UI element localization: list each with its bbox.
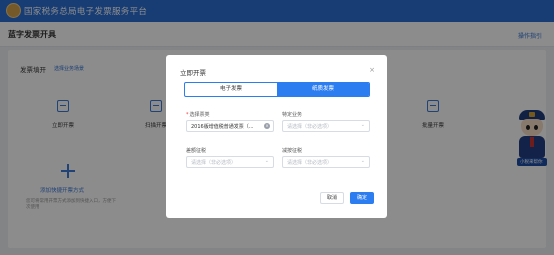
reduced-tax-placeholder: 请选择（非必选项） [191, 160, 237, 166]
chevron-down-icon: ⌄ [264, 158, 269, 164]
tab-paper-invoice[interactable]: 纸质发票 [277, 83, 369, 96]
invoice-type-label: *选择票类 [186, 112, 210, 118]
special-business-select[interactable]: 请选择（非必选项） ⌄ [282, 120, 370, 132]
reduced-tax-label: 差额征税 [186, 148, 207, 154]
close-icon[interactable]: × [369, 66, 375, 74]
chevron-down-icon: ⌄ [360, 158, 365, 164]
invoice-type-select[interactable]: 2016版增值税普通发票（... × [186, 120, 274, 132]
dialog-title: 立即开票 [180, 69, 206, 77]
tab-electronic-invoice[interactable]: 电子发票 [185, 83, 277, 96]
invoice-type-value: 2016版增值税普通发票（... [191, 124, 254, 130]
reduced-tax-select[interactable]: 请选择（非必选项） ⌄ [186, 156, 274, 168]
special-business-label: 特定业务 [282, 112, 303, 118]
confirm-button[interactable]: 确定 [350, 192, 374, 204]
special-business-placeholder: 请选择（非必选项） [287, 124, 333, 130]
clear-icon[interactable]: × [264, 123, 270, 129]
invoice-form-switch: 电子发票 纸质发票 [184, 82, 370, 97]
tax-reduction-label: 减按征税 [282, 148, 303, 154]
chevron-down-icon: ⌄ [360, 122, 365, 128]
cancel-button[interactable]: 取消 [320, 192, 344, 204]
tax-reduction-placeholder: 请选择（非必选项） [287, 160, 333, 166]
required-mark: * [186, 112, 189, 118]
tax-reduction-select[interactable]: 请选择（非必选项） ⌄ [282, 156, 370, 168]
invoice-dialog: 立即开票 × 电子发票 纸质发票 *选择票类 2016版增值税普通发票（... … [166, 55, 387, 218]
